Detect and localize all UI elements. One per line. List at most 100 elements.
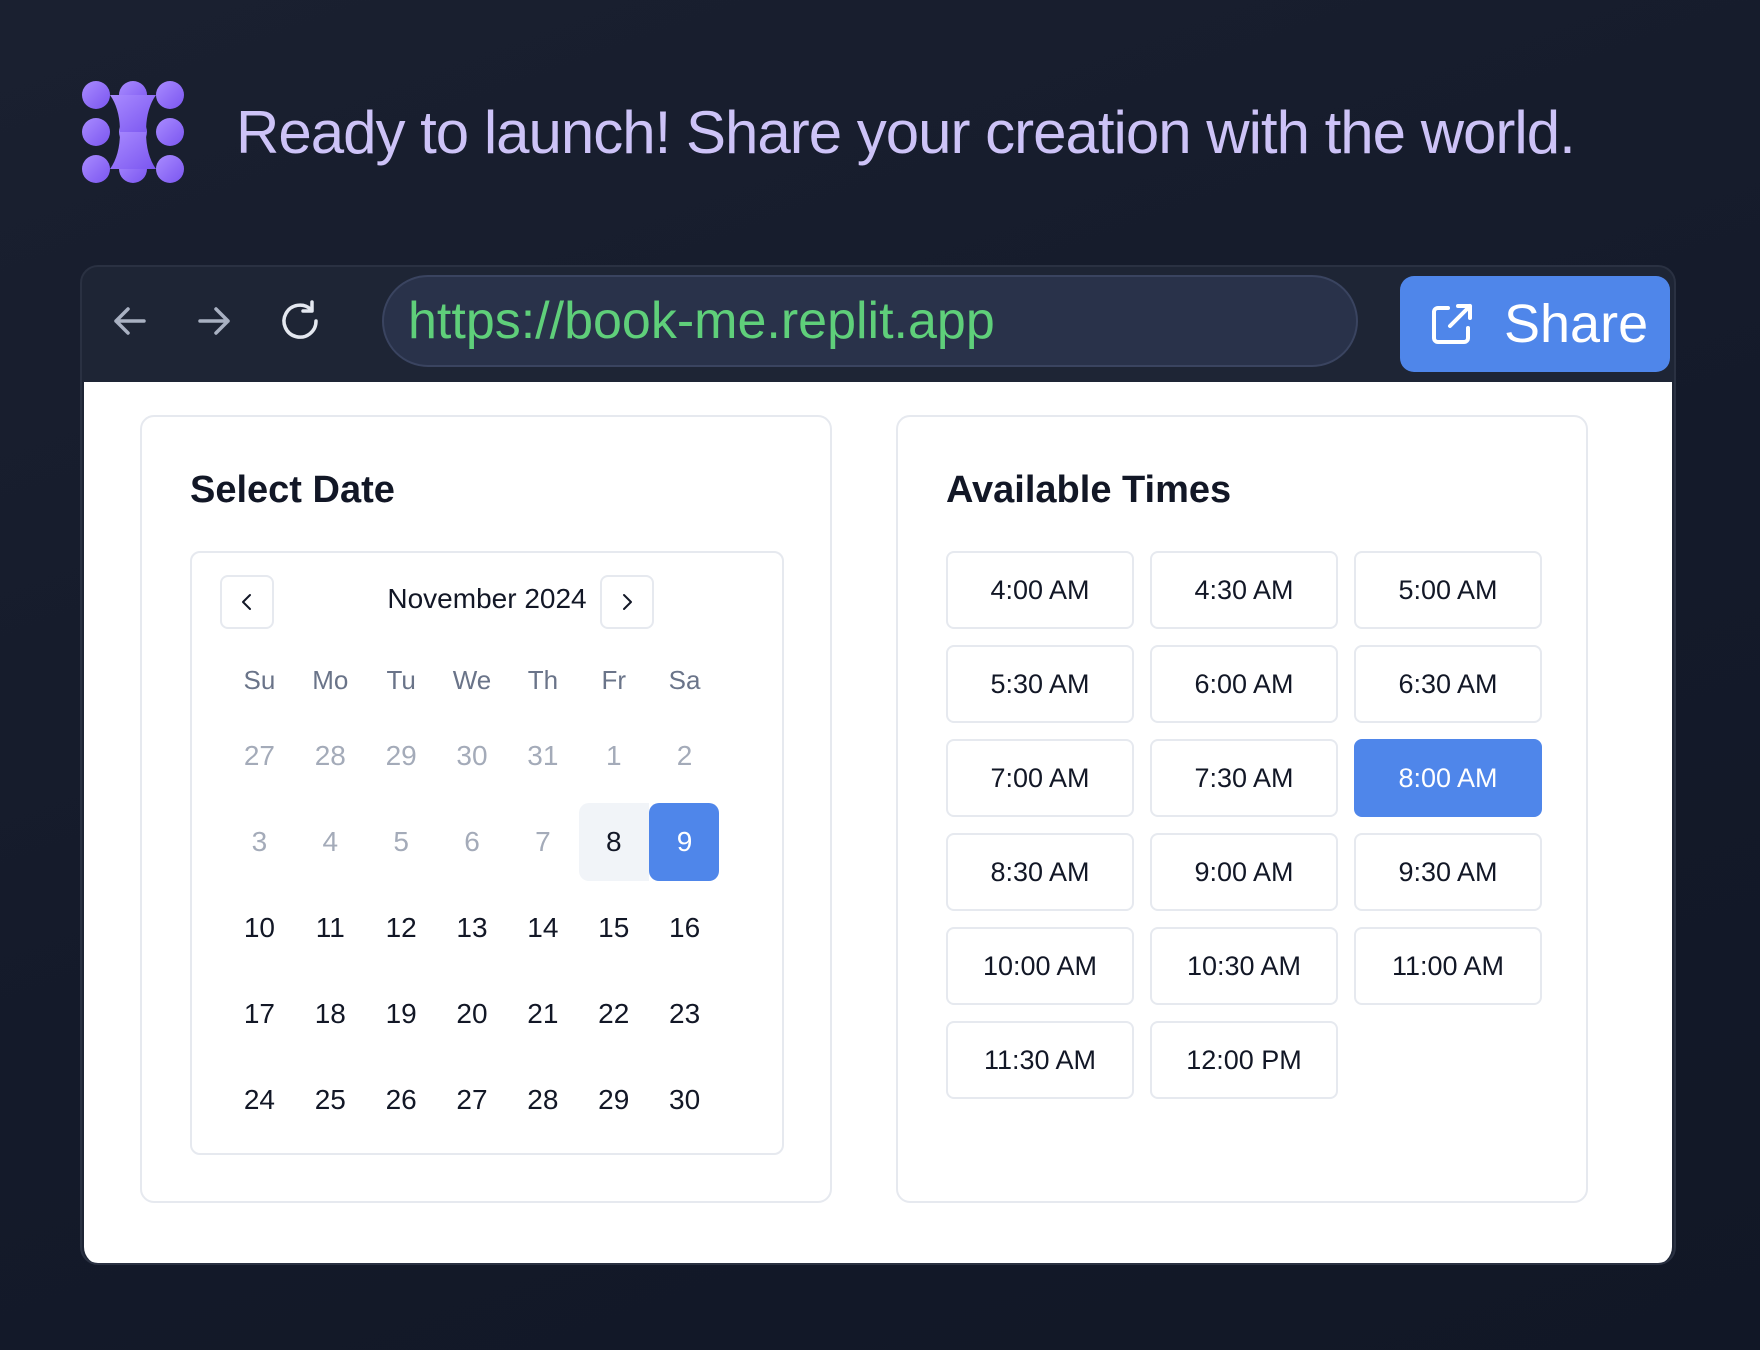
calendar-day-number: 27 [243, 740, 275, 771]
time-slot[interactable]: 11:30 AM [946, 1021, 1134, 1099]
calendar-grid: Su Mo Tu We Th Fr Sa 27 28 29 30 31 1 2 3 4 5 6 7 8 9 10 11 12… [224, 657, 720, 1143]
arrow-right-icon[interactable] [192, 299, 236, 343]
time-slot[interactable]: 4:30 AM [1150, 551, 1338, 629]
calendar-week: 3 4 5 6 7 8 9 [224, 799, 720, 885]
calendar-day-number: 13 [456, 912, 488, 943]
time-slot[interactable]: 8:30 AM [946, 833, 1134, 911]
time-slot[interactable]: 9:00 AM [1150, 833, 1338, 911]
chevron-right-icon [623, 594, 632, 610]
time-slot[interactable]: 5:30 AM [946, 645, 1134, 723]
calendar-day-number: 18 [314, 998, 346, 1029]
calendar-day[interactable]: 6 [437, 799, 508, 885]
time-slot[interactable]: 11:00 AM [1354, 927, 1542, 1005]
date-card-title: Select Date [190, 469, 395, 511]
next-month-button[interactable] [600, 575, 654, 629]
calendar-day-number: 29 [598, 1084, 630, 1115]
calendar-weeks: 27 28 29 30 31 1 2 3 4 5 6 7 8 9 10 11 12 13 14 15 16 17 18 19 2… [224, 713, 720, 1143]
calendar-day[interactable]: 28 [507, 1057, 578, 1143]
time-slot[interactable]: 12:00 PM [1150, 1021, 1338, 1099]
calendar-day-number: 15 [598, 912, 630, 943]
calendar-week: 24 25 26 27 28 29 30 [224, 1057, 720, 1143]
time-slot[interactable]: 10:00 AM [946, 927, 1134, 1005]
calendar-day[interactable]: 18 [295, 971, 366, 1057]
weekday-label: Fr [601, 665, 626, 695]
replit-logo-icon [82, 81, 184, 183]
time-slot[interactable]: 4:00 AM [946, 551, 1134, 629]
calendar-day-number: 3 [251, 826, 268, 857]
time-slot-selected[interactable]: 8:00 AM [1354, 739, 1542, 817]
browser-window: https://book-me.replit.app Share Select … [80, 265, 1676, 1265]
time-slot[interactable]: 10:30 AM [1150, 927, 1338, 1005]
share-button-label: Share [1504, 294, 1649, 354]
weekday-label: Su [243, 665, 276, 695]
calendar-day[interactable]: 25 [295, 1057, 366, 1143]
calendar-day[interactable]: 12 [366, 885, 437, 971]
calendar-day[interactable]: 7 [507, 799, 578, 885]
calendar-day-number: 9 [676, 826, 693, 857]
calendar-day[interactable]: 30 [437, 713, 508, 799]
page-content: Select Date November 2024 Su Mo Tu We Th Fr Sa… [84, 382, 1672, 1263]
calendar-day[interactable]: 27 [437, 1057, 508, 1143]
url-field[interactable]: https://book-me.replit.app [382, 275, 1358, 367]
calendar-day-number: 29 [385, 740, 417, 771]
calendar-day[interactable]: 27 [224, 713, 295, 799]
calendar-day[interactable]: 20 [437, 971, 508, 1057]
calendar-day[interactable]: 3 [224, 799, 295, 885]
calendar-day[interactable]: 2 [649, 713, 720, 799]
calendar-week: 27 28 29 30 31 1 2 [224, 713, 720, 799]
share-button[interactable]: Share [1400, 276, 1670, 372]
calendar-day-number: 22 [598, 998, 630, 1029]
calendar: November 2024 Su Mo Tu We Th Fr Sa 27 28 29 30 31 1… [190, 551, 784, 1155]
calendar-day[interactable]: 29 [578, 1057, 649, 1143]
calendar-day-number: 19 [385, 998, 417, 1029]
calendar-day[interactable]: 19 [366, 971, 437, 1057]
calendar-day[interactable]: 1 [578, 713, 649, 799]
calendar-day[interactable]: 10 [224, 885, 295, 971]
calendar-day-today[interactable]: 8 [578, 799, 650, 885]
calendar-day-number: 2 [676, 740, 693, 771]
time-slot-grid: 4:00 AM 4:30 AM 5:00 AM 5:30 AM 6:00 AM 6:30 … [946, 551, 1542, 1099]
calendar-day[interactable]: 4 [295, 799, 366, 885]
calendar-day[interactable]: 23 [649, 971, 720, 1057]
calendar-day-number: 5 [393, 826, 409, 857]
calendar-day[interactable]: 5 [366, 799, 437, 885]
time-slot[interactable]: 9:30 AM [1354, 833, 1542, 911]
time-slot[interactable]: 6:30 AM [1354, 645, 1542, 723]
time-slot[interactable]: 7:30 AM [1150, 739, 1338, 817]
calendar-day[interactable]: 21 [507, 971, 578, 1057]
times-card: Available Times 4:00 AM 4:30 AM 5:00 AM 5:3… [896, 415, 1588, 1203]
calendar-day[interactable]: 24 [224, 1057, 295, 1143]
calendar-day-selected[interactable]: 9 [649, 799, 720, 885]
calendar-day[interactable]: 26 [366, 1057, 437, 1143]
calendar-day-number: 21 [527, 998, 559, 1029]
arrow-left-icon[interactable] [108, 299, 152, 343]
date-card: Select Date November 2024 Su Mo Tu We Th Fr Sa… [140, 415, 832, 1203]
calendar-day[interactable]: 13 [437, 885, 508, 971]
calendar-day[interactable]: 30 [649, 1057, 720, 1143]
calendar-day-number: 10 [243, 912, 275, 943]
calendar-day-number: 17 [243, 998, 275, 1029]
calendar-day[interactable]: 15 [578, 885, 649, 971]
calendar-day[interactable]: 17 [224, 971, 295, 1057]
calendar-day-number: 16 [669, 912, 701, 943]
calendar-day[interactable]: 11 [295, 885, 366, 971]
calendar-day[interactable]: 14 [507, 885, 578, 971]
calendar-day[interactable]: 29 [366, 713, 437, 799]
reload-icon[interactable] [278, 299, 322, 343]
calendar-week: 17 18 19 20 21 22 23 [224, 971, 720, 1057]
calendar-day-number: 28 [314, 740, 346, 771]
calendar-day[interactable]: 22 [578, 971, 649, 1057]
calendar-day-number: 27 [456, 1084, 488, 1115]
calendar-day[interactable]: 31 [507, 713, 578, 799]
calendar-day-number: 23 [669, 998, 701, 1029]
time-slot[interactable]: 5:00 AM [1354, 551, 1542, 629]
calendar-day-number: 14 [527, 912, 559, 943]
headline: Ready to launch! Share your creation wit… [80, 78, 1576, 186]
calendar-day[interactable]: 28 [295, 713, 366, 799]
time-slot[interactable]: 6:00 AM [1150, 645, 1338, 723]
calendar-day[interactable]: 16 [649, 885, 720, 971]
time-slot[interactable]: 7:00 AM [946, 739, 1134, 817]
calendar-day-number: 26 [385, 1084, 417, 1115]
calendar-day-number: 31 [527, 740, 559, 771]
calendar-day-number: 30 [456, 740, 488, 771]
